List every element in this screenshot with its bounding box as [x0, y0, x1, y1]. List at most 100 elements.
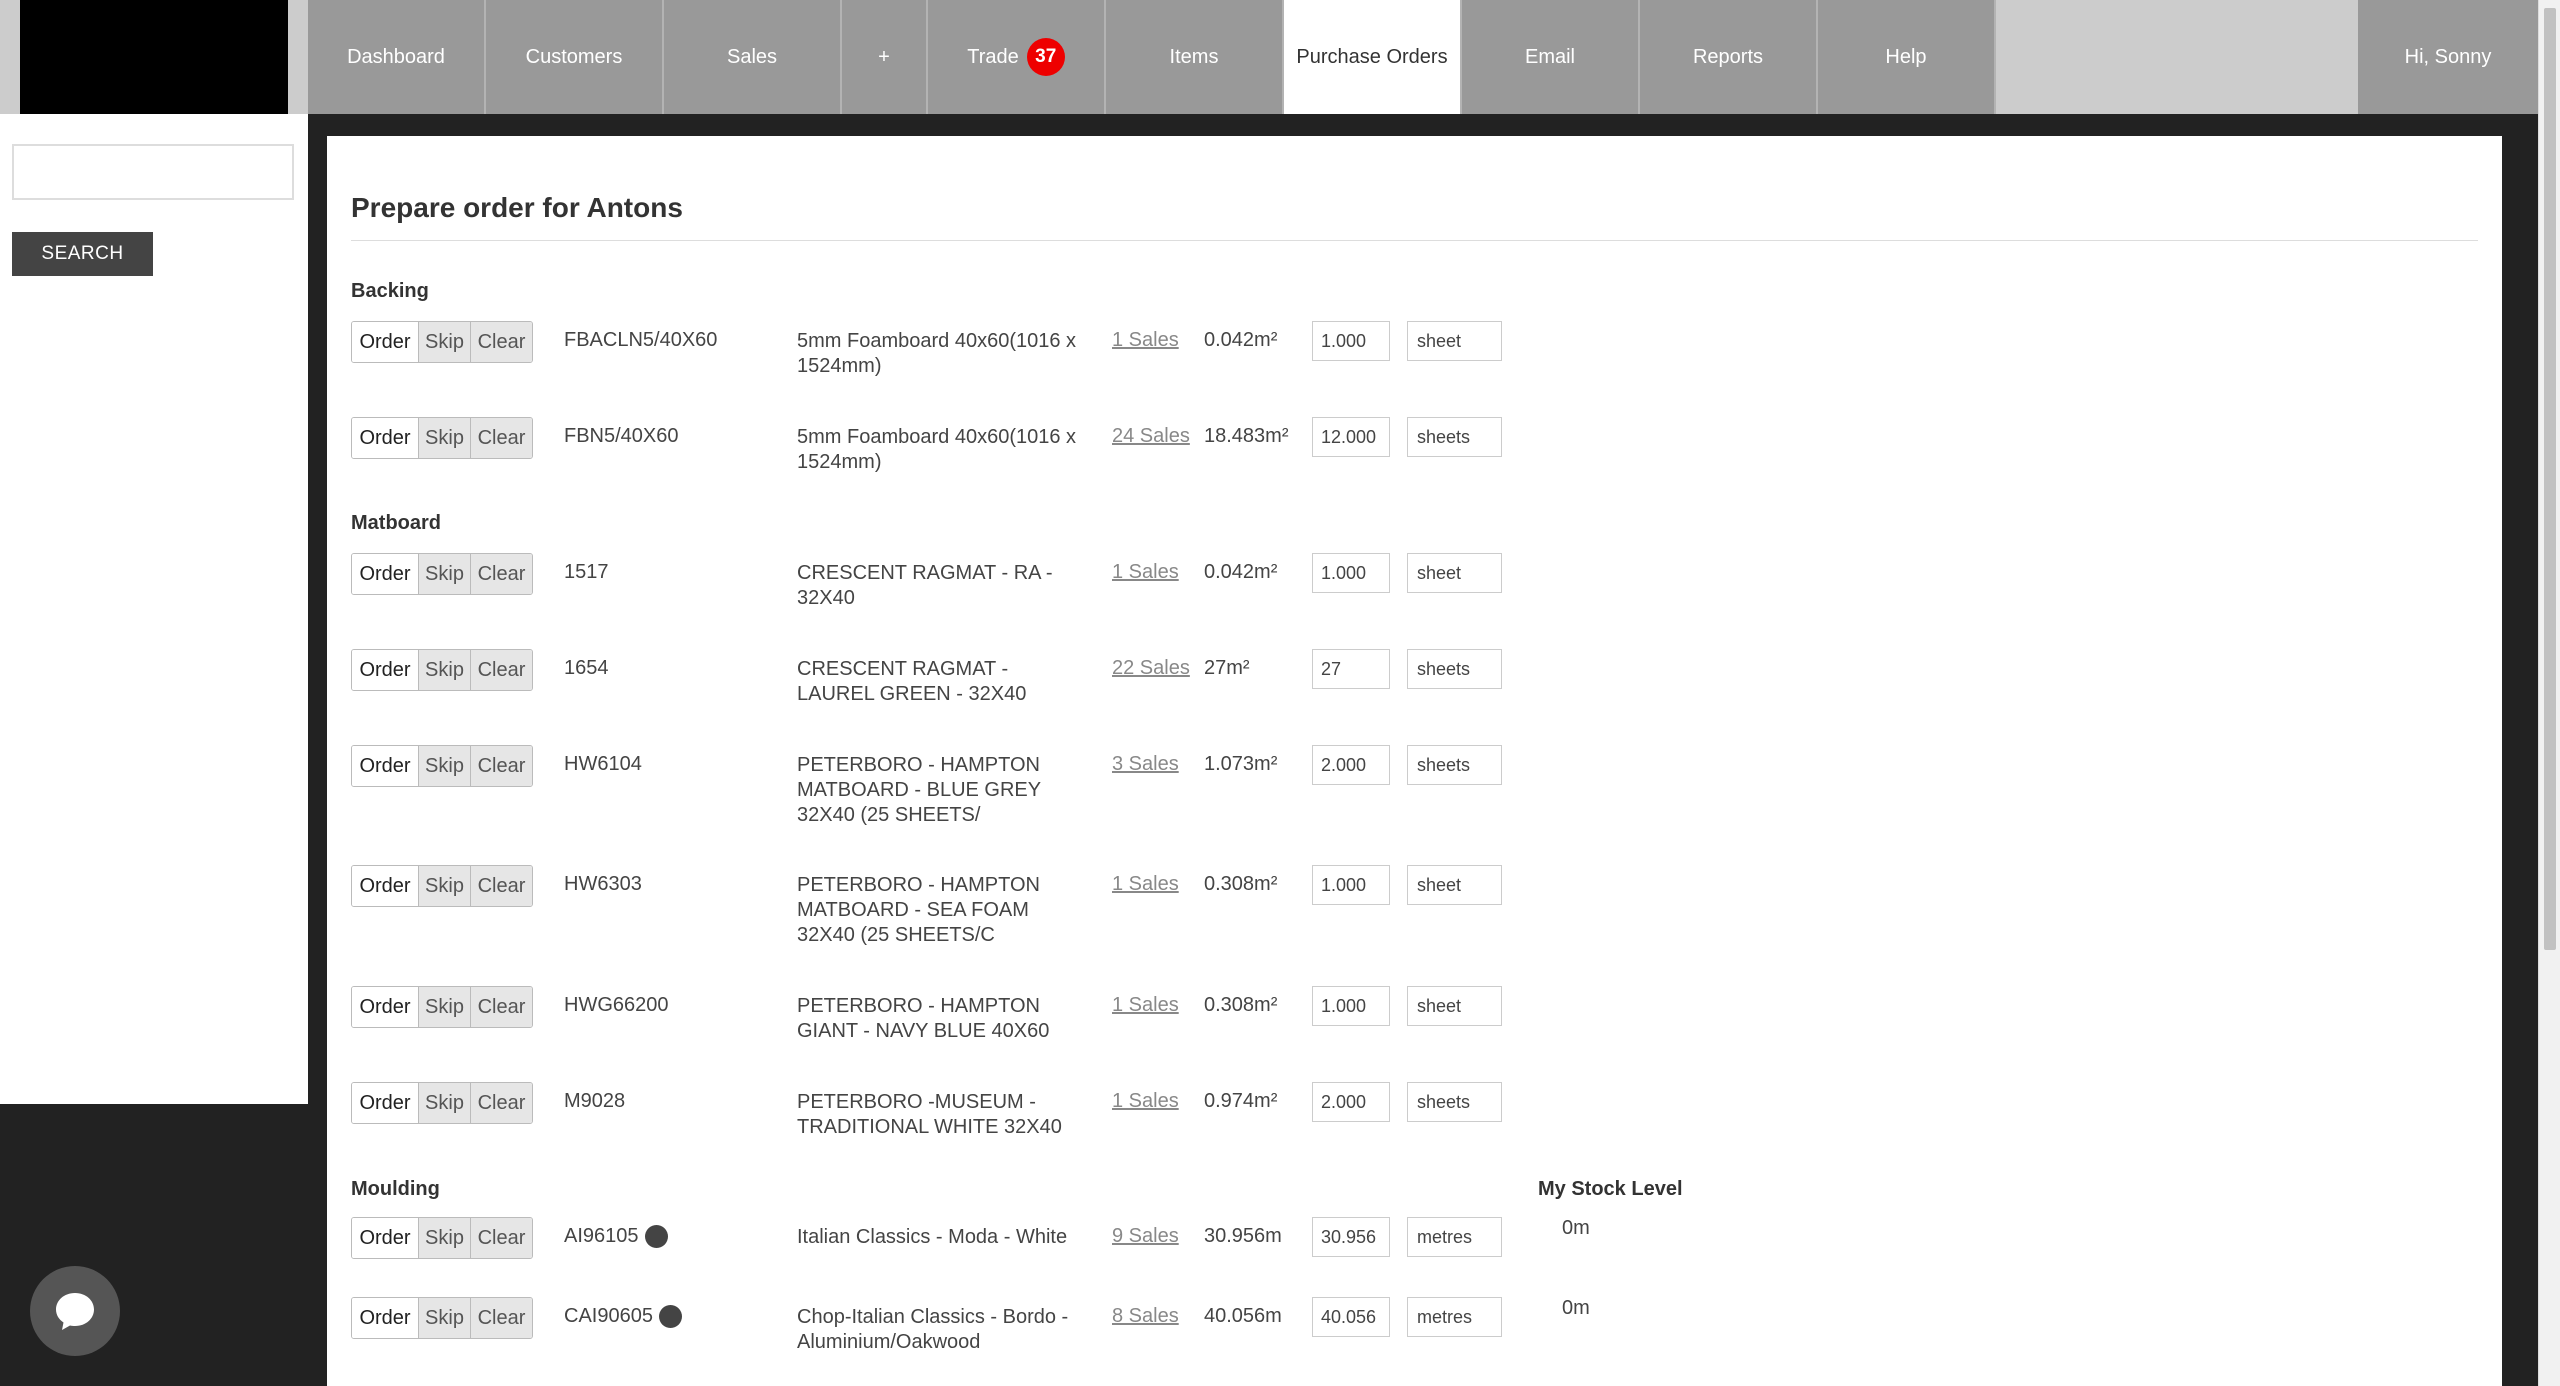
order-quantity-input[interactable]: 40.056: [1312, 1297, 1390, 1337]
nav-label: Customers: [525, 45, 623, 68]
order-quantity-input[interactable]: 1.000: [1312, 865, 1390, 905]
order-button[interactable]: Order: [352, 322, 418, 362]
item-code-text: M9028: [564, 1090, 626, 1112]
order-unit-input[interactable]: sheets: [1407, 745, 1502, 785]
order-button[interactable]: Order: [352, 866, 418, 906]
skip-button[interactable]: Skip: [418, 1083, 470, 1123]
order-row: Order Skip Clear FBACLN5/40X60 5mm Foamboard…: [351, 321, 2251, 401]
item-description: Chop-Italian Classics - Bordo - Aluminiu…: [797, 1306, 1069, 1353]
logo[interactable]: [20, 0, 288, 114]
order-button[interactable]: Order: [352, 987, 418, 1027]
clear-button[interactable]: Clear: [470, 987, 532, 1027]
skip-button[interactable]: Skip: [418, 1218, 470, 1258]
skip-button[interactable]: Skip: [418, 554, 470, 594]
order-unit-input[interactable]: sheets: [1407, 649, 1502, 689]
sales-link[interactable]: 1 Sales: [1112, 561, 1179, 584]
order-row: Order Skip Clear AI96105 Italian Classics - …: [351, 1217, 2251, 1297]
order-quantity-input[interactable]: 27: [1312, 649, 1390, 689]
nav-reports[interactable]: Reports: [1640, 0, 1818, 114]
skip-button[interactable]: Skip: [418, 650, 470, 690]
sales-link[interactable]: 1 Sales: [1112, 994, 1179, 1017]
sales-link[interactable]: 9 Sales: [1112, 1225, 1179, 1248]
nav-items[interactable]: Items: [1106, 0, 1284, 114]
sales-link[interactable]: 1 Sales: [1112, 329, 1179, 352]
order-unit-input[interactable]: sheet: [1407, 553, 1502, 593]
skip-button[interactable]: Skip: [418, 418, 470, 458]
order-unit-input[interactable]: metres: [1407, 1297, 1502, 1337]
required-quantity: 0.308m²: [1204, 873, 1278, 895]
order-unit-input[interactable]: sheet: [1407, 986, 1502, 1026]
order-quantity-input[interactable]: 12.000: [1312, 417, 1390, 457]
order-action-group: Order Skip Clear: [351, 865, 533, 907]
order-quantity-input[interactable]: 30.956: [1312, 1217, 1390, 1257]
order-button[interactable]: Order: [352, 650, 418, 690]
skip-button[interactable]: Skip: [418, 1298, 470, 1338]
sales-link[interactable]: 1 Sales: [1112, 873, 1179, 896]
order-unit-input[interactable]: sheet: [1407, 321, 1502, 361]
scrollbar-thumb[interactable]: [2544, 8, 2556, 950]
order-action-group: Order Skip Clear: [351, 321, 533, 363]
order-button[interactable]: Order: [352, 1083, 418, 1123]
order-button[interactable]: Order: [352, 554, 418, 594]
nav-customers[interactable]: Customers: [486, 0, 664, 114]
order-row: Order Skip Clear FBN5/40X60 5mm Foamboard 40…: [351, 417, 2251, 497]
sales-link[interactable]: 22 Sales: [1112, 657, 1190, 680]
item-description: Italian Classics - Moda - White: [797, 1226, 1068, 1248]
sales-link[interactable]: 1 Sales: [1112, 1090, 1179, 1113]
order-quantity-input[interactable]: 1.000: [1312, 553, 1390, 593]
clear-button[interactable]: Clear: [470, 1298, 532, 1338]
clear-button[interactable]: Clear: [470, 650, 532, 690]
sales-link[interactable]: 8 Sales: [1112, 1305, 1179, 1328]
skip-button[interactable]: Skip: [418, 866, 470, 906]
item-code: FBN5/40X60: [564, 425, 679, 448]
search-input[interactable]: [12, 144, 294, 200]
order-button[interactable]: Order: [352, 418, 418, 458]
sales-link[interactable]: 3 Sales: [1112, 753, 1179, 776]
required-quantity: 27m²: [1204, 657, 1250, 679]
order-button[interactable]: Order: [352, 1298, 418, 1338]
clear-button[interactable]: Clear: [470, 418, 532, 458]
clear-button[interactable]: Clear: [470, 554, 532, 594]
nav-purchase-orders[interactable]: Purchase Orders: [1284, 0, 1462, 114]
order-quantity-input[interactable]: 1.000: [1312, 321, 1390, 361]
divider: [351, 240, 2478, 241]
item-code-text: HW6303: [564, 873, 642, 895]
item-code: CAI90605: [564, 1305, 682, 1328]
user-menu[interactable]: Hi, Sonny: [2358, 0, 2538, 114]
order-button[interactable]: Order: [352, 746, 418, 786]
nav-email[interactable]: Email: [1462, 0, 1640, 114]
skip-button[interactable]: Skip: [418, 746, 470, 786]
clear-button[interactable]: Clear: [470, 1218, 532, 1258]
clear-button[interactable]: Clear: [470, 746, 532, 786]
order-quantity-input[interactable]: 2.000: [1312, 745, 1390, 785]
nav-sales[interactable]: Sales: [664, 0, 842, 114]
order-unit-input[interactable]: sheet: [1407, 865, 1502, 905]
required-quantity: 0.974m²: [1204, 1090, 1278, 1112]
order-quantity-input[interactable]: 2.000: [1312, 1082, 1390, 1122]
skip-button[interactable]: Skip: [418, 322, 470, 362]
nav-trade[interactable]: Trade 37: [928, 0, 1106, 114]
order-button[interactable]: Order: [352, 1218, 418, 1258]
item-code-text: HWG66200: [564, 994, 669, 1016]
order-unit-input[interactable]: sheets: [1407, 1082, 1502, 1122]
order-row: Order Skip Clear 1517 CRESCENT RAGMAT - RA -…: [351, 553, 2251, 633]
order-unit-input[interactable]: metres: [1407, 1217, 1502, 1257]
clear-button[interactable]: Clear: [470, 322, 532, 362]
order-row: Order Skip Clear M9028 PETERBORO -MUSEUM - T…: [351, 1082, 2251, 1162]
clear-button[interactable]: Clear: [470, 866, 532, 906]
order-quantity-input[interactable]: 1.000: [1312, 986, 1390, 1026]
item-description: PETERBORO - HAMPTON MATBOARD - SEA FOAM …: [797, 874, 1040, 946]
order-action-group: Order Skip Clear: [351, 553, 533, 595]
order-action-group: Order Skip Clear: [351, 649, 533, 691]
nav-add[interactable]: +: [842, 0, 928, 114]
page-scrollbar[interactable]: [2538, 0, 2560, 1386]
item-code: HWG66200: [564, 994, 669, 1017]
sales-link[interactable]: 24 Sales: [1112, 425, 1190, 448]
nav-help[interactable]: Help: [1818, 0, 1996, 114]
chat-launcher[interactable]: [30, 1266, 120, 1356]
order-unit-input[interactable]: sheets: [1407, 417, 1502, 457]
nav-dashboard[interactable]: Dashboard: [308, 0, 486, 114]
skip-button[interactable]: Skip: [418, 987, 470, 1027]
clear-button[interactable]: Clear: [470, 1083, 532, 1123]
search-button[interactable]: SEARCH: [12, 232, 153, 276]
